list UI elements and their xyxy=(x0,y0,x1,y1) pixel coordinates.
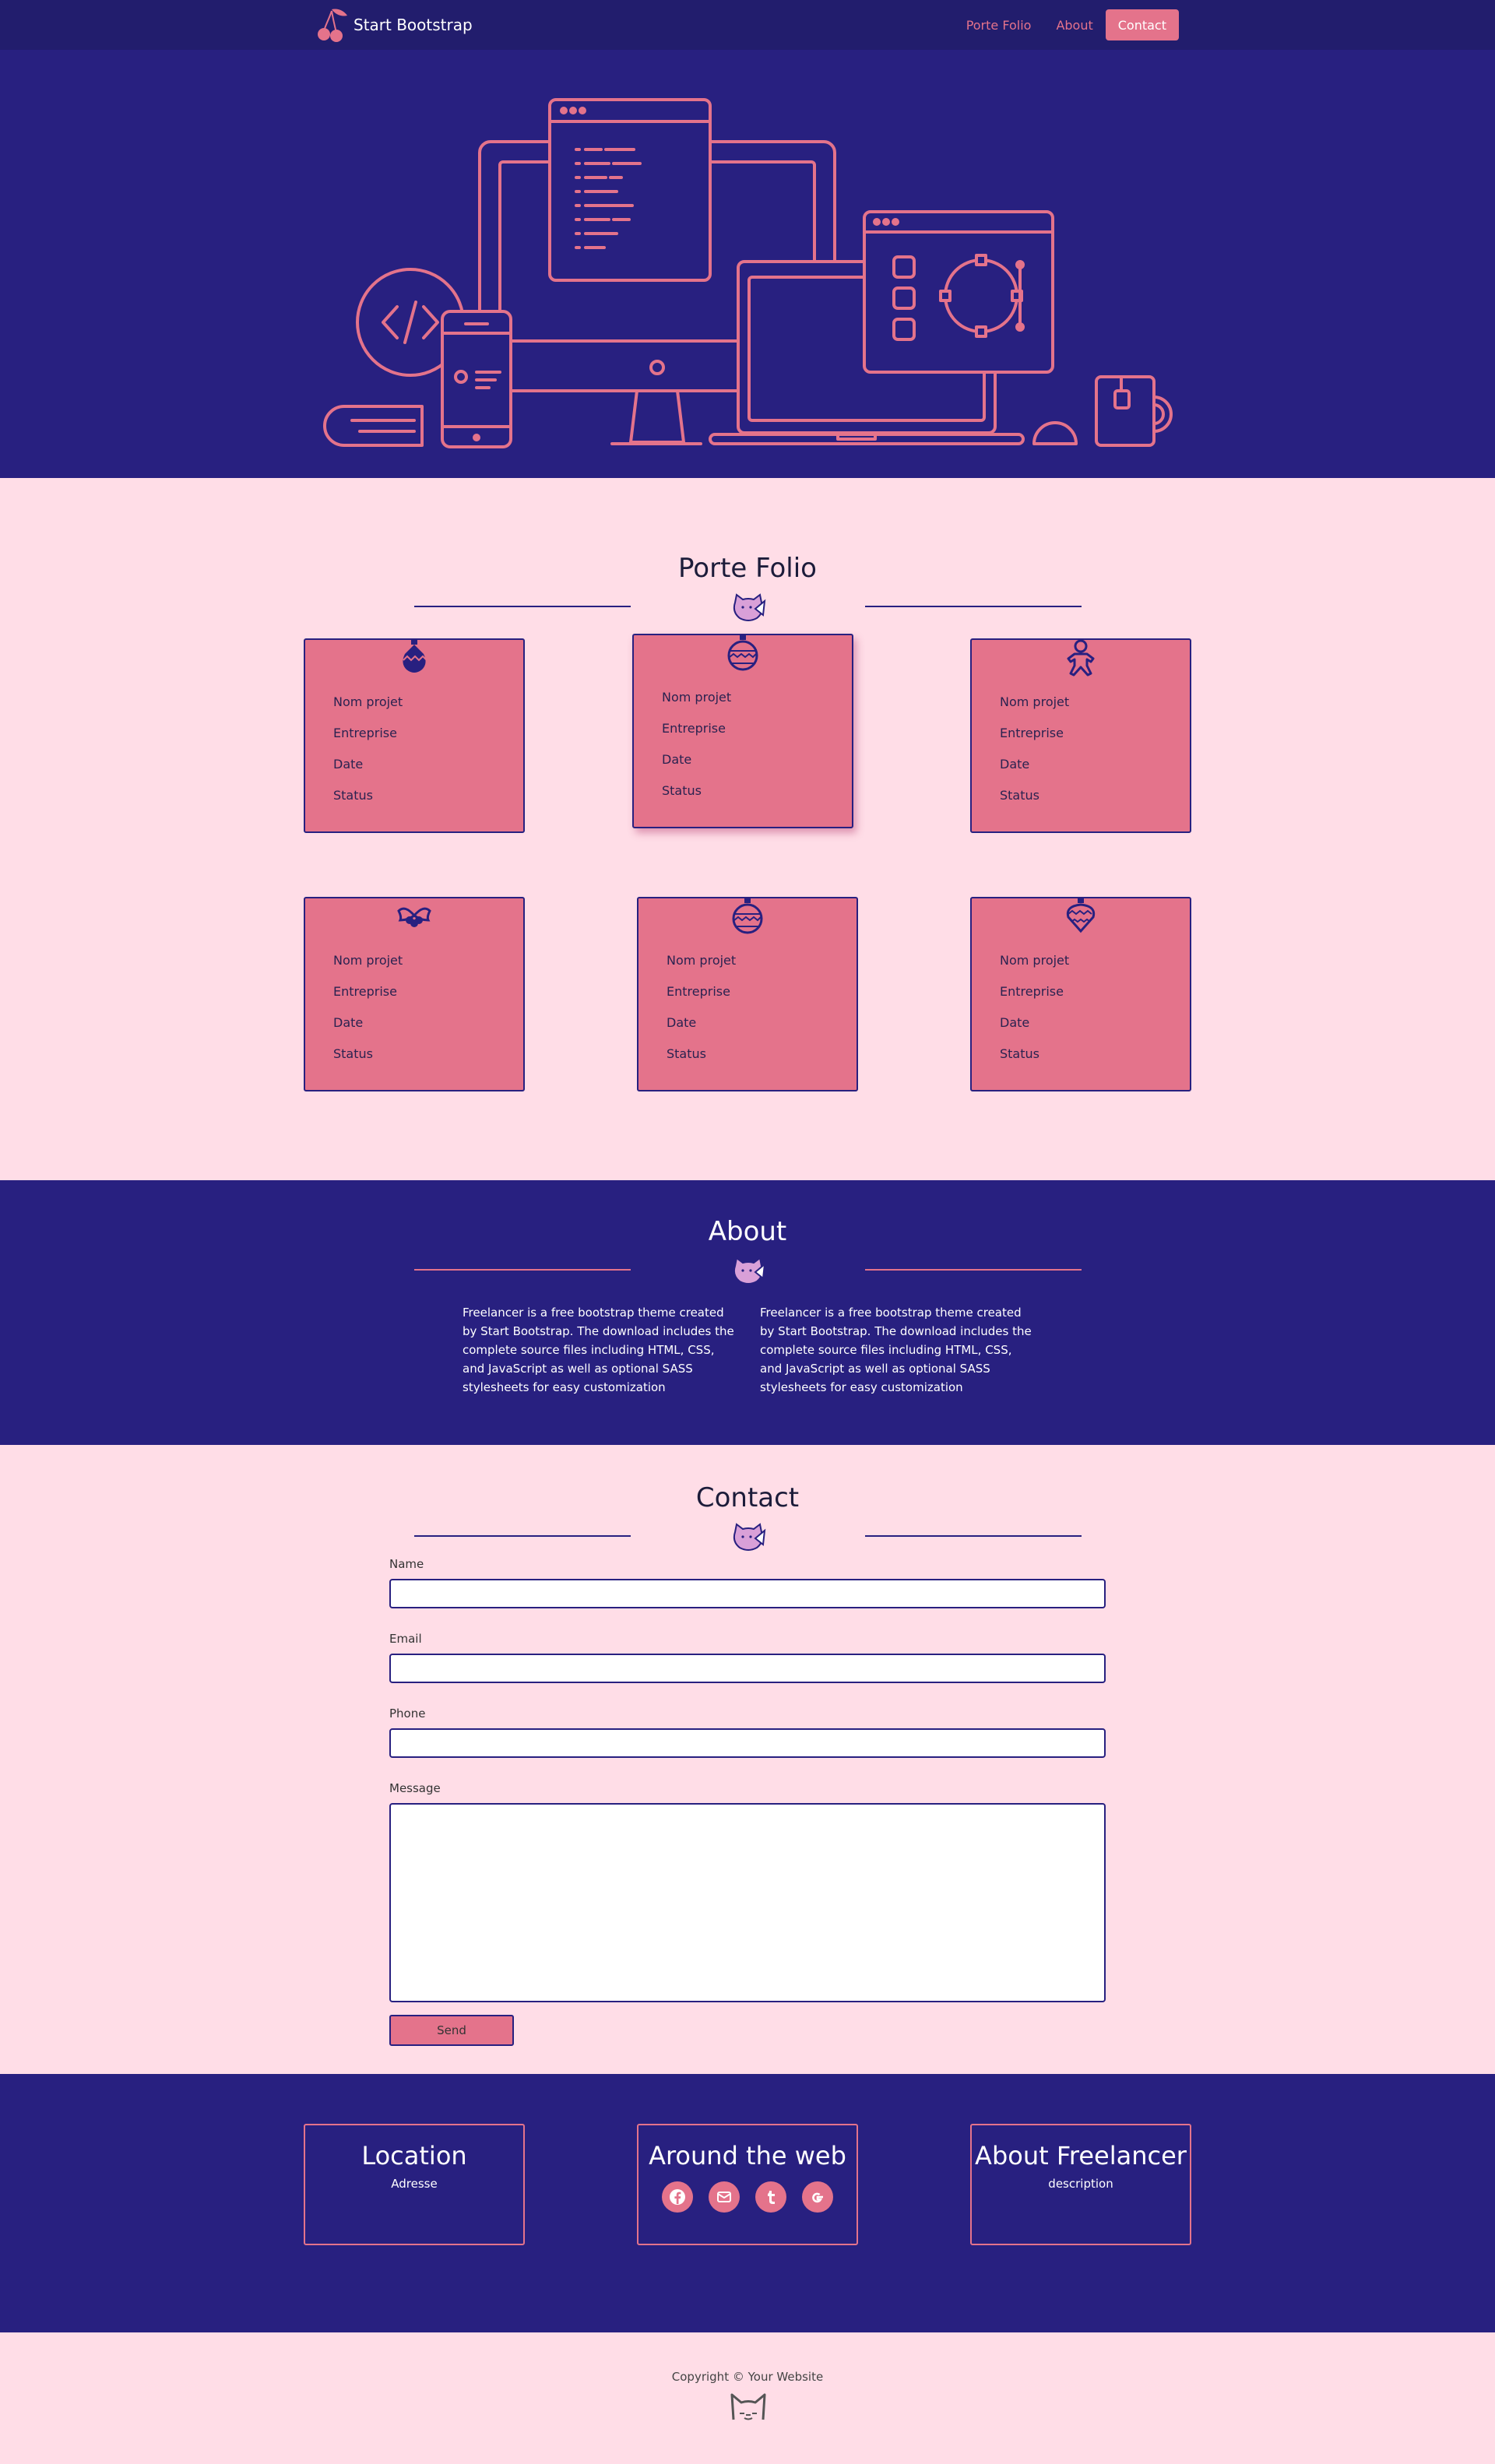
google-icon[interactable] xyxy=(802,2181,833,2213)
footer-location-box: Location Adresse xyxy=(304,2124,525,2245)
card-field-name: Nom projet xyxy=(333,694,403,709)
contact-divider xyxy=(0,1521,1495,1557)
portfolio-title: Porte Folio xyxy=(678,553,817,584)
contact-title: Contact xyxy=(695,1482,800,1513)
card-field-date: Date xyxy=(662,752,692,767)
about-title: About xyxy=(708,1216,787,1247)
card-field-name: Nom projet xyxy=(1000,694,1070,709)
nav-link-portfolio[interactable]: Porte Folio xyxy=(954,18,1044,33)
cat-icon xyxy=(733,593,766,621)
navbar: Start Bootstrap Porte Folio About Contac… xyxy=(0,0,1495,50)
footer-about-box: About Freelancer description xyxy=(970,2124,1191,2245)
portfolio-divider xyxy=(0,592,1495,627)
footer-about-text: description xyxy=(1048,2177,1113,2191)
footer-location-text: Adresse xyxy=(391,2177,438,2191)
portfolio-card[interactable]: Nom projet Entreprise Date Status xyxy=(970,897,1191,1091)
divider-line-right xyxy=(865,606,1082,607)
nav-link-about[interactable]: About xyxy=(1043,18,1105,33)
cat-face-icon xyxy=(730,2393,766,2420)
phone-label: Phone xyxy=(389,1707,426,1721)
copyright-bar: Copyright © Your Website xyxy=(0,2332,1495,2464)
footer-web-box: Around the web xyxy=(637,2124,858,2245)
card-field-status: Status xyxy=(1000,1046,1039,1061)
portfolio-card[interactable]: Nom projet Entreprise Date Status xyxy=(304,897,525,1091)
phone-input[interactable] xyxy=(389,1728,1106,1758)
card-field-status: Status xyxy=(667,1046,706,1061)
card-field-status: Status xyxy=(662,783,702,798)
portfolio-section: Porte Folio Nom projet Entreprise Date S… xyxy=(0,478,1495,1180)
social-links xyxy=(638,2181,857,2213)
email-input[interactable] xyxy=(389,1654,1106,1683)
facebook-icon[interactable] xyxy=(662,2181,693,2213)
portfolio-card[interactable]: Nom projet Entreprise Date Status xyxy=(637,897,858,1091)
divider-line-left xyxy=(414,606,631,607)
card-field-date: Date xyxy=(1000,1015,1030,1030)
card-field-name: Nom projet xyxy=(1000,953,1070,968)
about-section: About Freelancer is a free bootstrap the… xyxy=(0,1180,1495,1445)
message-label: Message xyxy=(389,1781,441,1795)
card-field-name: Nom projet xyxy=(667,953,737,968)
portfolio-card[interactable]: Nom projet Entreprise Date Status xyxy=(970,638,1191,833)
devices-illustration xyxy=(323,98,1173,448)
ornament-heart-icon xyxy=(1066,898,1096,933)
footer-about-title: About Freelancer xyxy=(975,2141,1187,2170)
divider-line-left xyxy=(414,1269,631,1271)
gingerbread-icon xyxy=(1067,639,1095,677)
card-field-company: Entreprise xyxy=(1000,726,1064,740)
card-field-name: Nom projet xyxy=(662,690,732,705)
about-divider xyxy=(0,1255,1495,1291)
footer-web-title: Around the web xyxy=(649,2141,846,2170)
send-button[interactable]: Send xyxy=(389,2015,514,2046)
divider-line-right xyxy=(865,1535,1082,1537)
copyright-text: Copyright © Your Website xyxy=(671,2370,824,2384)
about-columns: Freelancer is a free bootstrap theme cre… xyxy=(463,1303,1054,1397)
card-field-status: Status xyxy=(333,1046,373,1061)
contact-section: Contact Name Email Phone Message Send xyxy=(0,1445,1495,2074)
card-field-status: Status xyxy=(1000,788,1039,803)
footer-location-title: Location xyxy=(361,2141,467,2170)
mail-icon[interactable] xyxy=(709,2181,740,2213)
ornament-zigzag-icon xyxy=(403,640,427,673)
card-field-date: Date xyxy=(333,757,364,772)
about-paragraph-right: Freelancer is a free bootstrap theme cre… xyxy=(760,1306,1032,1394)
ornament-ball-icon xyxy=(732,898,763,934)
card-field-date: Date xyxy=(333,1015,364,1030)
nav-contact-button[interactable]: Contact xyxy=(1105,9,1179,40)
holly-icon xyxy=(397,907,431,927)
ornament-ball-icon xyxy=(727,635,758,671)
email-label: Email xyxy=(389,1632,422,1646)
contact-form: Name Email Phone Message Send xyxy=(389,1557,1106,2046)
card-field-company: Entreprise xyxy=(333,984,397,999)
card-field-company: Entreprise xyxy=(1000,984,1064,999)
about-paragraph-left: Freelancer is a free bootstrap theme cre… xyxy=(463,1306,734,1394)
footer: Location Adresse Around the web About Fr… xyxy=(0,2074,1495,2332)
portfolio-card[interactable]: Nom projet Entreprise Date Status xyxy=(632,634,853,828)
portfolio-card[interactable]: Nom projet Entreprise Date Status xyxy=(304,638,525,833)
card-field-company: Entreprise xyxy=(662,721,726,736)
card-field-name: Nom projet xyxy=(333,953,403,968)
tumblr-icon[interactable] xyxy=(755,2181,786,2213)
hero xyxy=(0,50,1495,478)
brand-link[interactable]: Start Bootstrap xyxy=(315,6,473,44)
card-field-status: Status xyxy=(333,788,373,803)
nav-links: Porte Folio About Contact xyxy=(954,9,1179,41)
message-textarea[interactable] xyxy=(389,1803,1106,2002)
cherry-logo-icon xyxy=(318,9,347,42)
divider-line-left xyxy=(414,1535,631,1537)
card-field-company: Entreprise xyxy=(333,726,397,740)
cat-icon xyxy=(733,1523,766,1551)
name-label: Name xyxy=(389,1557,424,1571)
name-input[interactable] xyxy=(389,1579,1106,1608)
card-field-date: Date xyxy=(667,1015,697,1030)
brand-name: Start Bootstrap xyxy=(354,16,473,34)
card-field-company: Entreprise xyxy=(667,984,730,999)
divider-line-right xyxy=(865,1269,1082,1271)
cat-icon xyxy=(733,1257,766,1285)
card-field-date: Date xyxy=(1000,757,1030,772)
